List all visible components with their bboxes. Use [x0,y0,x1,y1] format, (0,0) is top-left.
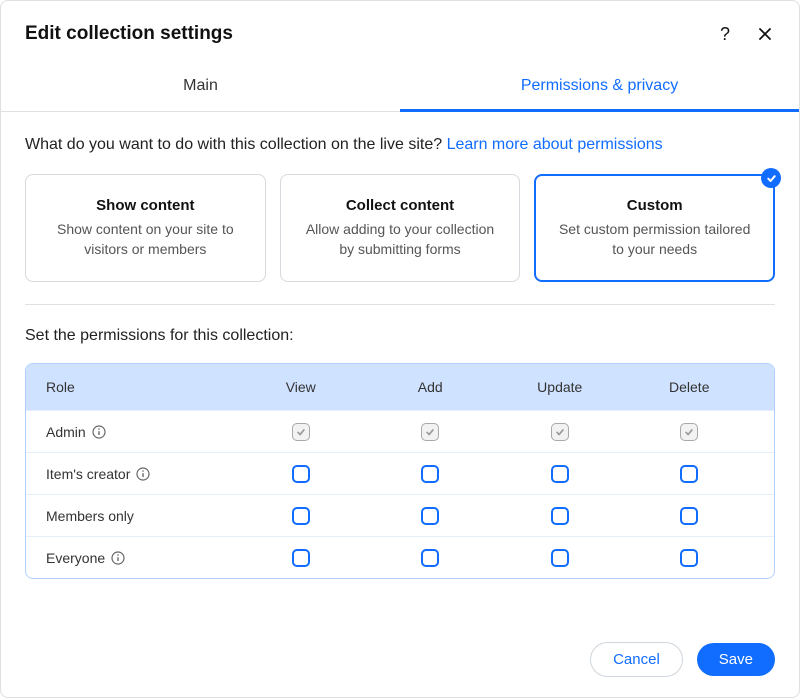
edit-collection-settings-dialog: Edit collection settings ? Main Permissi… [0,0,800,698]
question-row: What do you want to do with this collect… [25,136,775,154]
checkbox-admin-update [551,423,569,441]
role-text: Everyone [46,550,105,566]
checkbox-creator-add[interactable] [421,465,439,483]
card-title: Show content [42,197,249,214]
info-icon[interactable] [92,425,106,439]
checkbox-everyone-update[interactable] [551,549,569,567]
col-role: Role [46,379,236,395]
card-show-content[interactable]: Show content Show content on your site t… [25,174,266,282]
card-desc: Set custom permission tailored to your n… [551,220,758,259]
role-text: Item's creator [46,466,130,482]
col-view: View [236,379,366,395]
card-desc: Allow adding to your collection by submi… [297,220,504,259]
learn-more-link[interactable]: Learn more about permissions [447,136,663,153]
dialog-title: Edit collection settings [25,23,715,45]
info-icon[interactable] [136,467,150,481]
table-row-everyone: Everyone [26,536,774,578]
card-collect-content[interactable]: Collect content Allow adding to your col… [280,174,521,282]
checkbox-creator-update[interactable] [551,465,569,483]
divider [25,304,775,305]
permissions-table: Role View Add Update Delete Admin [25,363,775,579]
checkbox-creator-delete[interactable] [680,465,698,483]
cancel-button[interactable]: Cancel [590,642,683,677]
role-label: Item's creator [46,466,236,482]
checkbox-members-add[interactable] [421,507,439,525]
question-text: What do you want to do with this collect… [25,136,447,153]
table-row-members: Members only [26,494,774,536]
table-header-row: Role View Add Update Delete [26,364,774,410]
checkbox-creator-view[interactable] [292,465,310,483]
checkbox-everyone-add[interactable] [421,549,439,567]
checkbox-members-delete[interactable] [680,507,698,525]
col-delete: Delete [625,379,755,395]
tabs: Main Permissions & privacy [1,63,799,112]
permissions-heading: Set the permissions for this collection: [25,327,775,345]
checkbox-everyone-delete[interactable] [680,549,698,567]
col-update: Update [495,379,625,395]
checkbox-admin-view [292,423,310,441]
role-label: Everyone [46,550,236,566]
close-icon[interactable] [755,24,775,44]
option-cards: Show content Show content on your site t… [25,174,775,282]
help-icon[interactable]: ? [715,24,735,44]
checkbox-members-view[interactable] [292,507,310,525]
checkbox-admin-add [421,423,439,441]
table-row-admin: Admin [26,410,774,452]
card-title: Custom [551,197,758,214]
tab-main[interactable]: Main [1,63,400,111]
card-title: Collect content [297,197,504,214]
role-text: Admin [46,424,86,440]
table-row-creator: Item's creator [26,452,774,494]
selected-check-icon [761,168,781,188]
checkbox-admin-delete [680,423,698,441]
role-text: Members only [46,508,134,524]
dialog-footer: Cancel Save [1,624,799,697]
card-desc: Show content on your site to visitors or… [42,220,249,259]
dialog-header: Edit collection settings ? [1,1,799,63]
dialog-content: What do you want to do with this collect… [1,112,799,624]
checkbox-members-update[interactable] [551,507,569,525]
info-icon[interactable] [111,551,125,565]
col-add: Add [366,379,496,395]
role-label: Admin [46,424,236,440]
card-custom[interactable]: Custom Set custom permission tailored to… [534,174,775,282]
tab-permissions[interactable]: Permissions & privacy [400,63,799,111]
role-label: Members only [46,508,236,524]
save-button[interactable]: Save [697,643,775,676]
checkbox-everyone-view[interactable] [292,549,310,567]
